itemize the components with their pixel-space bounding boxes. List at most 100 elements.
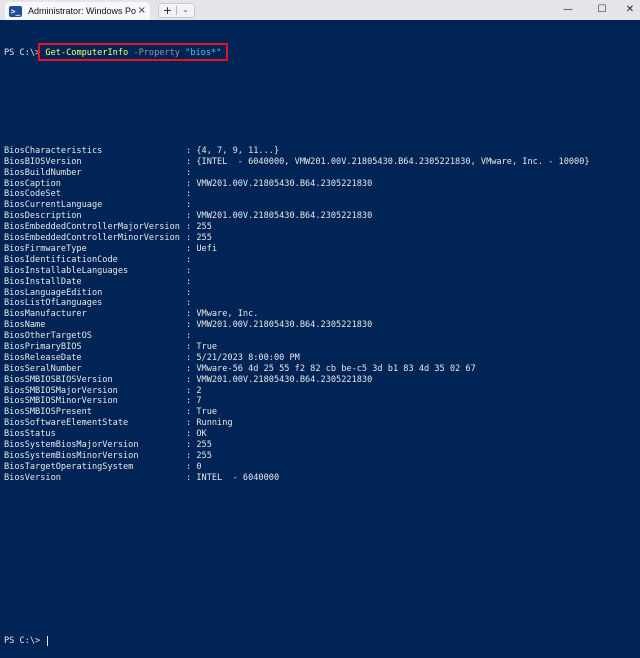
property-value: : VMware-56 4d 25 55 f2 82 cb be-c5 3d b… bbox=[186, 363, 476, 374]
property-row: BiosBIOSVersion : {INTEL - 6040000, VMW20… bbox=[4, 157, 636, 168]
command-line: PS C:\> Get-ComputerInfo -Property "bios… bbox=[4, 42, 636, 61]
property-name: BiosSoftwareElementState bbox=[4, 418, 129, 429]
property-value: : True bbox=[186, 407, 218, 418]
property-row: BiosFirmwareType : Uefi bbox=[4, 244, 636, 255]
tab-powershell[interactable]: >_ Administrator: Windows PowerShell × bbox=[5, 2, 150, 20]
property-value: : VMW201.00V.21805430.B64.2305221830 bbox=[186, 374, 373, 385]
property-value: : VMW201.00V.21805430.B64.2305221830 bbox=[186, 320, 373, 331]
property-name: BiosStatus bbox=[4, 429, 56, 440]
property-value: : 255 bbox=[186, 233, 212, 244]
close-button[interactable]: ✕ bbox=[612, 0, 640, 20]
property-name: BiosName bbox=[4, 320, 46, 331]
property-row: BiosInstallableLanguages: bbox=[4, 266, 636, 277]
property-value: : 2 bbox=[186, 385, 202, 396]
property-row: BiosSystemBiosMinorVersion : 255 bbox=[4, 451, 636, 462]
property-name: BiosCaption bbox=[4, 178, 61, 189]
property-name: BiosReleaseDate bbox=[4, 352, 82, 363]
property-value: : bbox=[186, 298, 192, 309]
property-name: BiosCurrentLanguage bbox=[4, 200, 103, 211]
property-row: BiosSeralNumber : VMware-56 4d 25 55 f2 8… bbox=[4, 364, 636, 375]
property-row: BiosVersion : INTEL - 6040000 bbox=[4, 473, 636, 484]
property-row: BiosReleaseDate : 5/21/2023 8:00:00 PM bbox=[4, 353, 636, 364]
property-row: BiosSMBIOSBIOSVersion : VMW201.00V.218054… bbox=[4, 375, 636, 386]
property-value: : VMW201.00V.21805430.B64.2305221830 bbox=[186, 178, 373, 189]
final-prompt-line[interactable]: PS C:\> bbox=[4, 636, 636, 647]
property-name: BiosVersion bbox=[4, 472, 61, 483]
property-name: BiosSMBIOSBIOSVersion bbox=[4, 374, 113, 385]
property-name: BiosOtherTargetOS bbox=[4, 331, 92, 342]
property-value: : {4, 7, 9, 11...} bbox=[186, 145, 280, 156]
property-row: BiosSystemBiosMajorVersion : 255 bbox=[4, 440, 636, 451]
property-name: BiosBuildNumber bbox=[4, 167, 82, 178]
property-name: BiosPrimaryBIOS bbox=[4, 341, 82, 352]
property-value: : VMware, Inc. bbox=[186, 309, 259, 320]
property-row: BiosBuildNumber: bbox=[4, 168, 636, 179]
property-name: BiosBIOSVersion bbox=[4, 156, 82, 167]
property-value: : INTEL - 6040000 bbox=[186, 472, 280, 483]
property-value: : 5/21/2023 8:00:00 PM bbox=[186, 352, 300, 363]
property-value: : Running bbox=[186, 418, 233, 429]
text-cursor bbox=[47, 636, 49, 647]
property-value: : bbox=[186, 200, 192, 211]
terminal-output[interactable]: PS C:\> Get-ComputerInfo -Property "bios… bbox=[0, 20, 640, 647]
property-row: BiosCodeSet: bbox=[4, 189, 636, 200]
property-row: BiosListOfLanguages: bbox=[4, 298, 636, 309]
property-row: BiosCaption : VMW201.00V.21805430.B64.230… bbox=[4, 179, 636, 190]
property-value: : 7 bbox=[186, 396, 202, 407]
property-value: : {INTEL - 6040000, VMW201.00V.21805430.… bbox=[186, 156, 590, 167]
close-tab-icon[interactable]: × bbox=[138, 4, 146, 18]
property-row: BiosManufacturer : VMware, Inc. bbox=[4, 309, 636, 320]
property-name: BiosLanguageEdition bbox=[4, 287, 103, 298]
property-value: : OK bbox=[186, 429, 207, 440]
property-row: BiosSMBIOSPresent : True bbox=[4, 407, 636, 418]
property-name: BiosListOfLanguages bbox=[4, 298, 103, 309]
property-row: BiosCharacteristics : {4, 7, 9, 11...} bbox=[4, 146, 636, 157]
minimize-button[interactable]: — bbox=[550, 0, 586, 20]
property-row: BiosPrimaryBIOS : True bbox=[4, 342, 636, 353]
property-name: BiosManufacturer bbox=[4, 309, 87, 320]
property-row: BiosEmbeddedControllerMajorVersion : 255 bbox=[4, 222, 636, 233]
property-value: : bbox=[186, 189, 192, 200]
property-name: BiosInstallableLanguages bbox=[4, 265, 129, 276]
property-value: : 255 bbox=[186, 450, 212, 461]
property-value: : bbox=[186, 331, 192, 342]
property-name: BiosSMBIOSPresent bbox=[4, 407, 92, 418]
powershell-icon: >_ bbox=[9, 5, 22, 17]
property-value: : True bbox=[186, 341, 218, 352]
property-value: : bbox=[186, 167, 192, 178]
property-value: : Uefi bbox=[186, 243, 218, 254]
property-row: BiosStatus : OK bbox=[4, 429, 636, 440]
property-name: BiosSystemBiosMinorVersion bbox=[4, 450, 139, 461]
property-row: BiosOtherTargetOS: bbox=[4, 331, 636, 342]
property-value: : bbox=[186, 265, 192, 276]
tab-title: Administrator: Windows PowerShell bbox=[28, 6, 136, 16]
property-name: BiosCodeSet bbox=[4, 189, 61, 200]
property-name: BiosSystemBiosMajorVersion bbox=[4, 439, 139, 450]
new-tab-button[interactable]: + bbox=[159, 4, 176, 17]
property-name: BiosEmbeddedControllerMajorVersion bbox=[4, 222, 180, 233]
property-name: BiosEmbeddedControllerMinorVersion bbox=[4, 233, 180, 244]
property-list: BiosCharacteristics: {4, 7, 9, 11...} Bio… bbox=[4, 146, 636, 484]
property-row: BiosInstallDate: bbox=[4, 277, 636, 288]
property-name: BiosSeralNumber bbox=[4, 363, 82, 374]
chevron-down-icon[interactable]: ⌄ bbox=[177, 4, 194, 17]
property-row: BiosSoftwareElementState : Running bbox=[4, 418, 636, 429]
property-value: : VMW201.00V.21805430.B64.2305221830 bbox=[186, 211, 373, 222]
property-name: BiosSMBIOSMinorVersion bbox=[4, 396, 118, 407]
property-name: BiosInstallDate bbox=[4, 276, 82, 287]
command-highlight-box bbox=[38, 42, 228, 61]
property-row: BiosEmbeddedControllerMinorVersion : 255 bbox=[4, 233, 636, 244]
property-value: : 255 bbox=[186, 439, 212, 450]
property-row: BiosDescription : VMW201.00V.21805430.B64… bbox=[4, 211, 636, 222]
property-value: : 255 bbox=[186, 222, 212, 233]
property-row: BiosLanguageEdition: bbox=[4, 288, 636, 299]
property-name: BiosCharacteristics bbox=[4, 145, 103, 156]
property-row: BiosIdentificationCode: bbox=[4, 255, 636, 266]
property-name: BiosFirmwareType bbox=[4, 243, 87, 254]
tab-actions: + ⌄ bbox=[158, 3, 195, 18]
title-bar: >_ Administrator: Windows PowerShell × +… bbox=[0, 0, 640, 20]
property-value: : bbox=[186, 254, 192, 265]
property-value: : 0 bbox=[186, 461, 202, 472]
property-name: BiosDescription bbox=[4, 211, 82, 222]
property-row: BiosTargetOperatingSystem: 0 bbox=[4, 462, 636, 473]
